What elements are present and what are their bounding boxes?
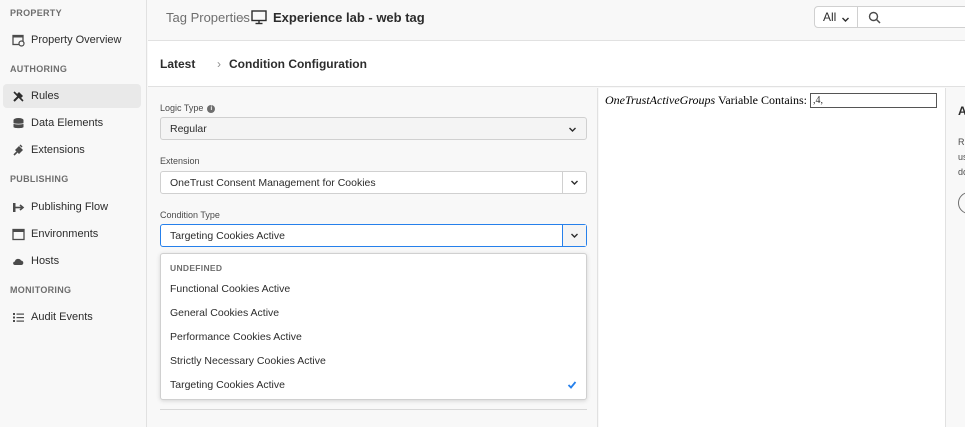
top-header: Tag Properties › Experience lab - web ta… [148,0,965,41]
environments-icon [11,227,25,241]
info-icon[interactable]: i [207,104,216,113]
sidebar-item-label: Audit Events [31,311,93,323]
sidebar-item-label: Rules [31,90,60,102]
property-name: Experience lab - web tag [273,10,425,25]
right-panel-title: A [958,104,965,118]
condition-description: OneTrustActiveGroups Variable Contains: [605,93,807,108]
chevron-down-icon [571,180,578,185]
condition-type-label: Condition Type [160,210,220,220]
condition-type-value: Targeting Cookies Active [170,229,285,242]
condition-type-select[interactable]: Targeting Cookies Active [160,224,587,247]
sidebar-item-label: Hosts [31,255,60,267]
extension-select[interactable]: OneTrust Consent Management for Cookies [160,171,587,194]
section-authoring: AUTHORING [10,64,68,74]
search-icon [868,11,881,29]
sidebar-item-environments[interactable]: Environments [3,222,141,246]
sidebar-item-extensions[interactable]: Extensions [3,138,141,162]
property-overview-icon [11,33,25,47]
section-property: PROPERTY [10,8,62,18]
chevron-down-icon [571,233,578,238]
audit-events-icon [11,310,25,324]
checkmark-icon [567,380,577,393]
condition-form-panel: Logic Type i Regular Extension OneTrust C… [148,88,598,427]
condition-type-dropdown: UNDEFINED Functional Cookies Active Gene… [160,253,587,400]
contains-value-input[interactable]: ,4, [810,93,937,108]
extension-dropdown-button[interactable] [562,172,586,193]
sidebar-item-rules[interactable]: Rules [3,84,141,108]
sidebar-item-label: Data Elements [31,117,104,129]
sidebar-item-property-overview[interactable]: Property Overview [3,28,141,52]
monitor-icon [251,10,267,30]
sidebar-item-data-elements[interactable]: Data Elements [3,111,141,135]
sidebar-item-label: Environments [31,228,99,240]
extensions-icon [11,143,25,157]
right-panel-text: us [958,152,965,162]
search-scope-select[interactable]: All [814,6,858,28]
extension-label: Extension [160,156,200,166]
condition-view-panel: OneTrustActiveGroups Variable Contains: … [599,88,945,427]
search-scope-value: All [823,10,837,24]
hosts-icon [11,254,25,268]
sidebar-item-label: Publishing Flow [31,201,109,213]
section-publishing: PUBLISHING [10,174,69,184]
logic-type-value: Regular [170,122,207,135]
rules-icon [11,89,25,103]
sidebar: PROPERTY Property Overview AUTHORING Rul… [0,0,147,427]
chevron-down-icon [568,125,577,137]
sub-header: Latest › Condition Configuration [148,41,965,87]
page-title: Condition Configuration [229,57,367,71]
option-label: Strictly Necessary Cookies Active [170,355,326,367]
dropdown-option[interactable]: Functional Cookies Active [161,278,586,300]
sidebar-item-label: Extensions [31,144,85,156]
sidebar-item-publishing-flow[interactable]: Publishing Flow [3,195,141,219]
search-input[interactable] [858,6,965,28]
data-elements-icon [11,116,25,130]
right-panel-button[interactable] [958,192,965,214]
extension-value: OneTrust Consent Management for Cookies [170,176,376,189]
logic-type-label-text: Logic Type [160,103,204,113]
right-panel-text: do [958,167,965,177]
breadcrumb-tag-properties[interactable]: Tag Properties [166,10,250,25]
dropdown-option[interactable]: General Cookies Active [161,302,586,324]
option-label: Targeting Cookies Active [170,379,285,391]
chevron-down-icon [841,13,850,27]
sidebar-item-label: Property Overview [31,34,122,46]
option-label: Performance Cookies Active [170,331,302,343]
dropdown-option[interactable]: Performance Cookies Active [161,326,586,348]
dropdown-option-selected[interactable]: Targeting Cookies Active [161,374,586,396]
right-info-panel: A Ru us do [945,88,965,427]
breadcrumb-separator: › [217,57,221,71]
sidebar-item-audit-events[interactable]: Audit Events [3,305,141,329]
breadcrumb-separator: › [240,10,245,25]
condition-operator-text: Variable Contains: [718,93,807,107]
divider [160,409,587,410]
option-label: General Cookies Active [170,307,280,319]
dropdown-option[interactable]: Strictly Necessary Cookies Active [161,350,586,372]
logic-type-select[interactable]: Regular [160,117,587,140]
condition-type-dropdown-button[interactable] [562,225,586,246]
option-label: Functional Cookies Active [170,283,291,295]
breadcrumb-latest[interactable]: Latest [160,57,195,71]
logic-type-label: Logic Type i [160,103,216,113]
variable-name: OneTrustActiveGroups [605,93,716,107]
section-monitoring: MONITORING [10,285,72,295]
dropdown-section-header: UNDEFINED [170,263,223,273]
right-panel-text: Ru [958,137,965,147]
sidebar-item-hosts[interactable]: Hosts [3,249,141,273]
publishing-flow-icon [11,200,25,214]
